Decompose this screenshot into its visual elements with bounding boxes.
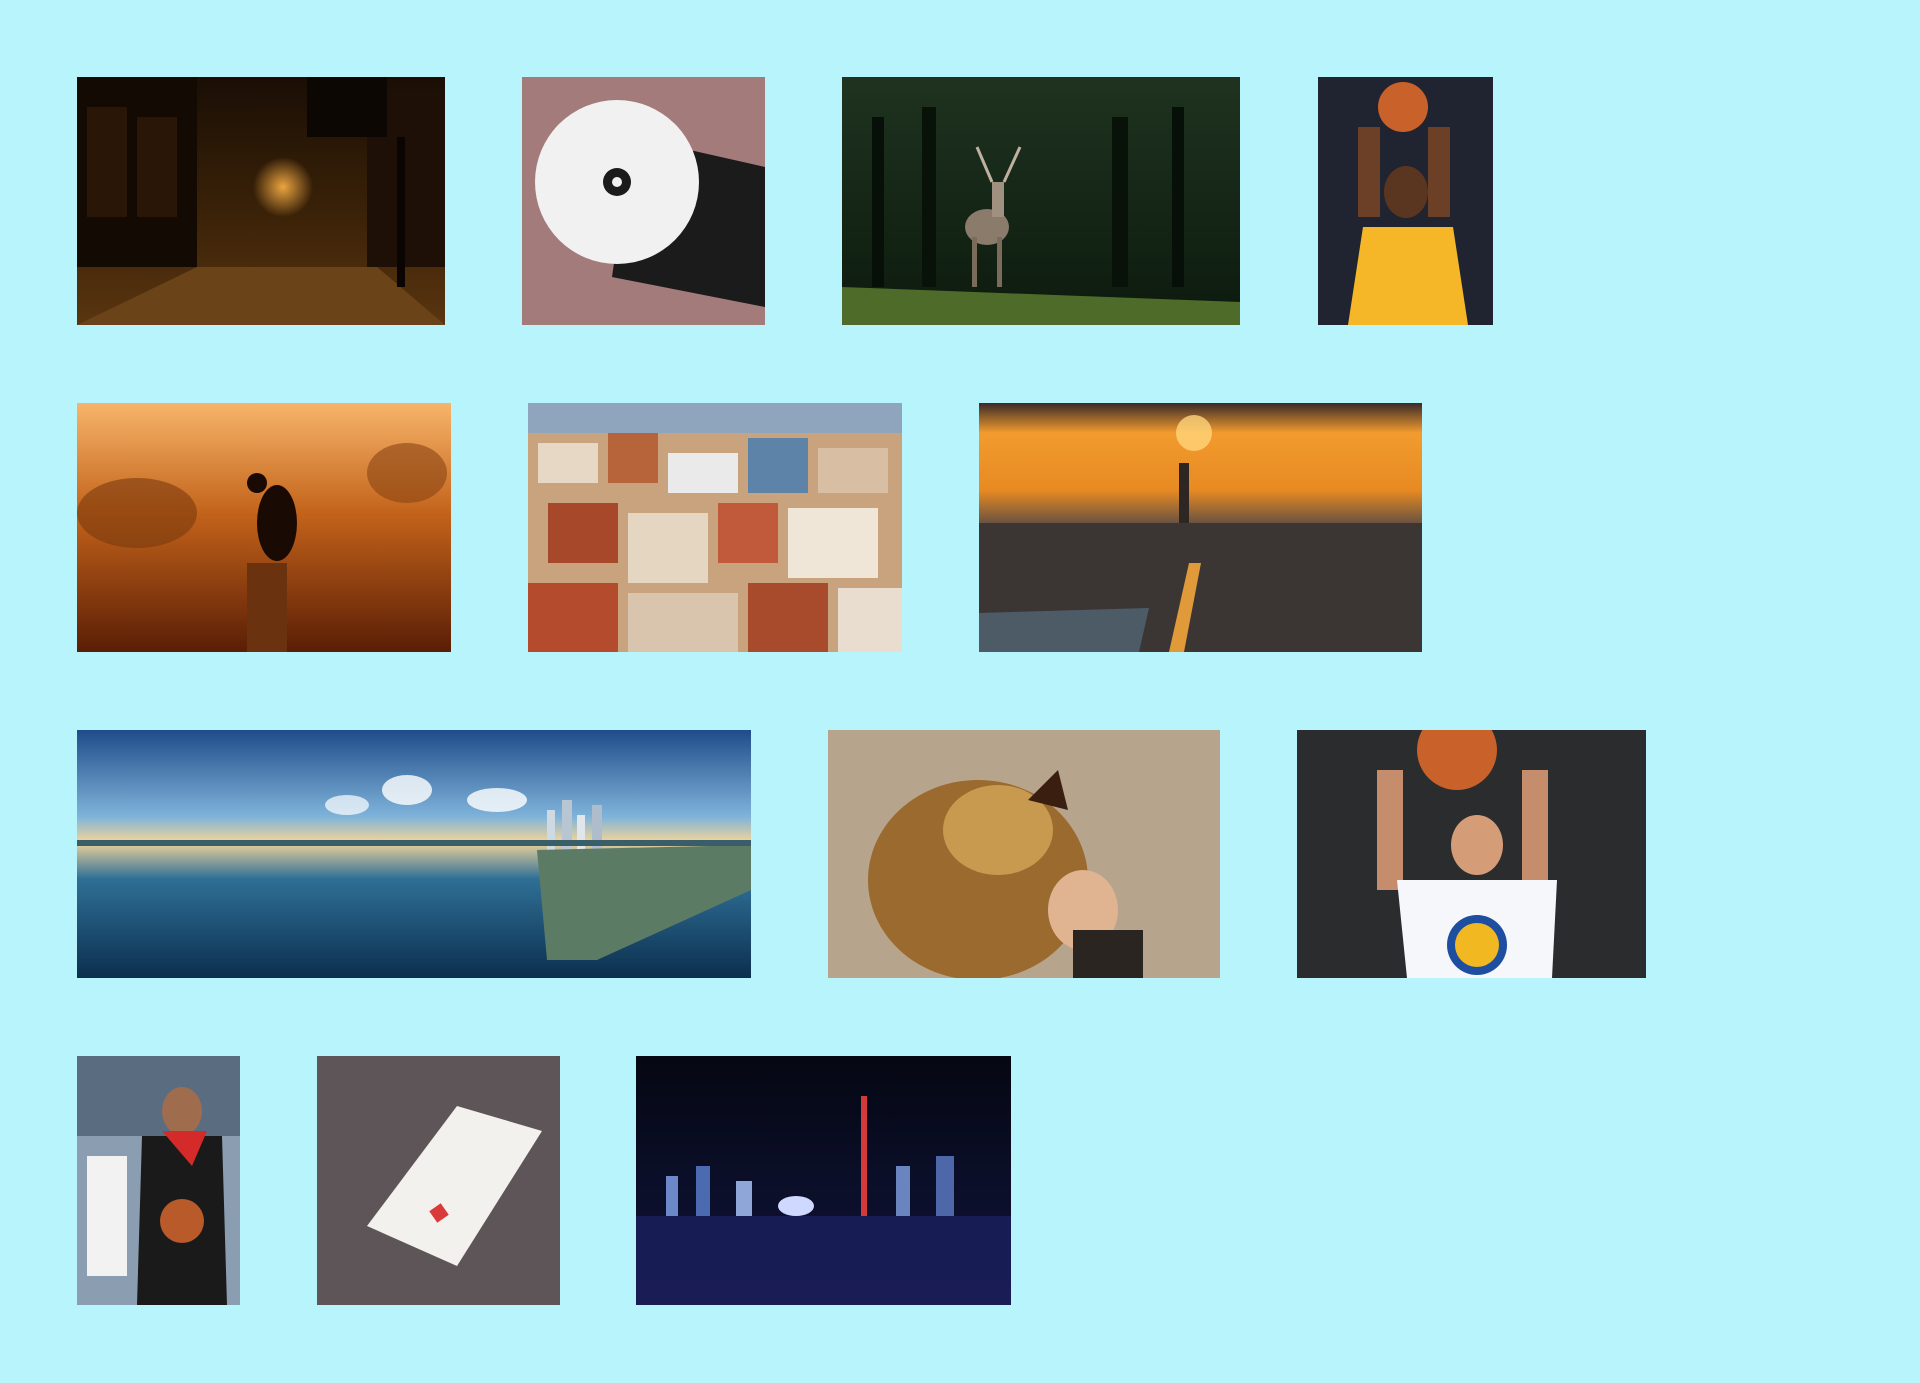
gallery-image-city-skyline-night[interactable] <box>636 1056 1011 1305</box>
gallery-image-city-sunset[interactable] <box>979 403 1422 652</box>
gallery-image-deer-forest[interactable] <box>842 77 1240 325</box>
gallery-image-paper-mockup[interactable] <box>317 1056 560 1305</box>
gallery-image-crow-sunset[interactable] <box>77 403 451 652</box>
gallery-image-lion-child[interactable] <box>828 730 1220 978</box>
gallery-image-night-street[interactable] <box>77 77 445 325</box>
gallery-image-basketball-player-warriors[interactable] <box>1297 730 1646 978</box>
gallery-image-city-rooftops[interactable] <box>528 403 902 652</box>
image-gallery <box>0 0 1920 1383</box>
gallery-image-basketball-player-portrait[interactable] <box>77 1056 240 1305</box>
gallery-image-disc-envelope-mockup[interactable] <box>522 77 765 325</box>
gallery-image-panorama-bay[interactable] <box>77 730 751 978</box>
gallery-image-basketball-player-lakers[interactable] <box>1318 77 1493 325</box>
